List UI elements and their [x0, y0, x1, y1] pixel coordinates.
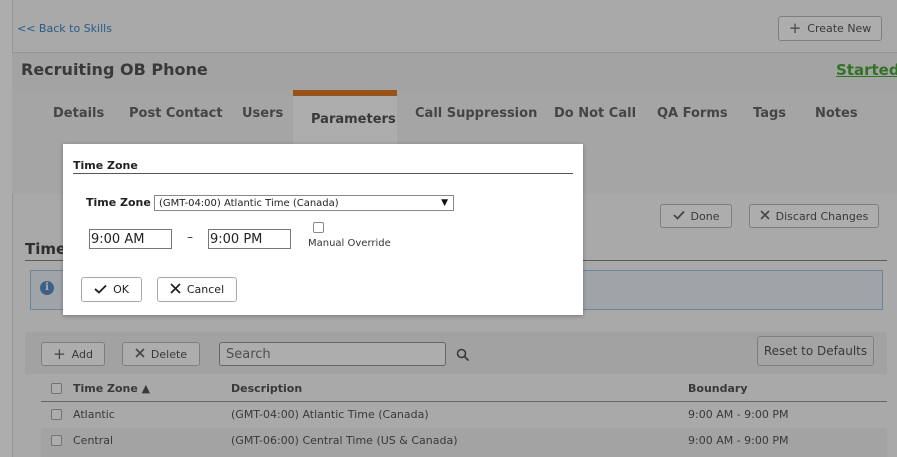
cancel-button[interactable]: Cancel [157, 277, 237, 302]
end-time-input[interactable] [208, 229, 291, 249]
manual-override-checkbox[interactable] [313, 222, 324, 233]
ok-button[interactable]: OK [81, 277, 142, 302]
check-icon [94, 284, 107, 296]
cancel-label: Cancel [186, 283, 225, 296]
time-zone-label: Time Zone [86, 196, 151, 209]
time-range-dash: – [187, 230, 193, 244]
manual-override-label: Manual Override [308, 238, 391, 249]
dialog-title-divider [73, 173, 573, 174]
dialog-title: Time Zone [73, 159, 138, 172]
dropdown-arrow-icon: ▼ [441, 198, 448, 208]
time-zone-select[interactable]: (GMT-04:00) Atlantic Time (Canada) ▼ [154, 195, 454, 211]
close-icon [170, 283, 181, 296]
time-zone-selected-value: (GMT-04:00) Atlantic Time (Canada) [159, 198, 339, 209]
start-time-input[interactable] [89, 229, 172, 249]
ok-label: OK [113, 283, 129, 296]
time-zone-dialog: Time Zone Time Zone (GMT-04:00) Atlantic… [63, 144, 583, 315]
